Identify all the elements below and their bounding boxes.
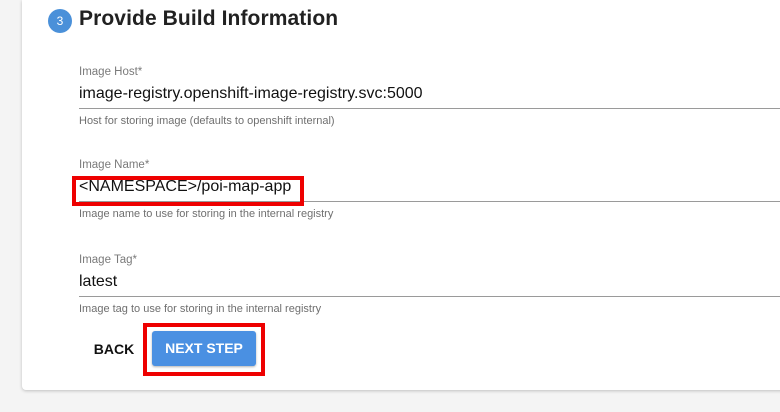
image-host-input[interactable]: image-registry.openshift-image-registry.…	[79, 82, 780, 109]
image-name-highlight-box	[72, 176, 304, 206]
image-name-help: Image name to use for storing in the int…	[79, 208, 334, 220]
step-number-badge: 3	[48, 9, 72, 33]
next-step-highlight-box	[143, 323, 265, 376]
back-button[interactable]: BACK	[88, 334, 140, 364]
image-tag-input[interactable]: latest	[79, 270, 780, 297]
step-title: Provide Build Information	[79, 7, 339, 30]
image-host-field: Image Host* image-registry.openshift-ima…	[79, 66, 780, 127]
image-name-label: Image Name*	[79, 159, 150, 171]
image-tag-label: Image Tag*	[79, 254, 137, 266]
image-host-help: Host for storing image (defaults to open…	[79, 115, 335, 127]
image-host-label: Image Host*	[79, 66, 143, 78]
image-tag-help: Image tag to use for storing in the inte…	[79, 303, 322, 315]
image-tag-field: Image Tag* latest Image tag to use for s…	[79, 254, 780, 315]
